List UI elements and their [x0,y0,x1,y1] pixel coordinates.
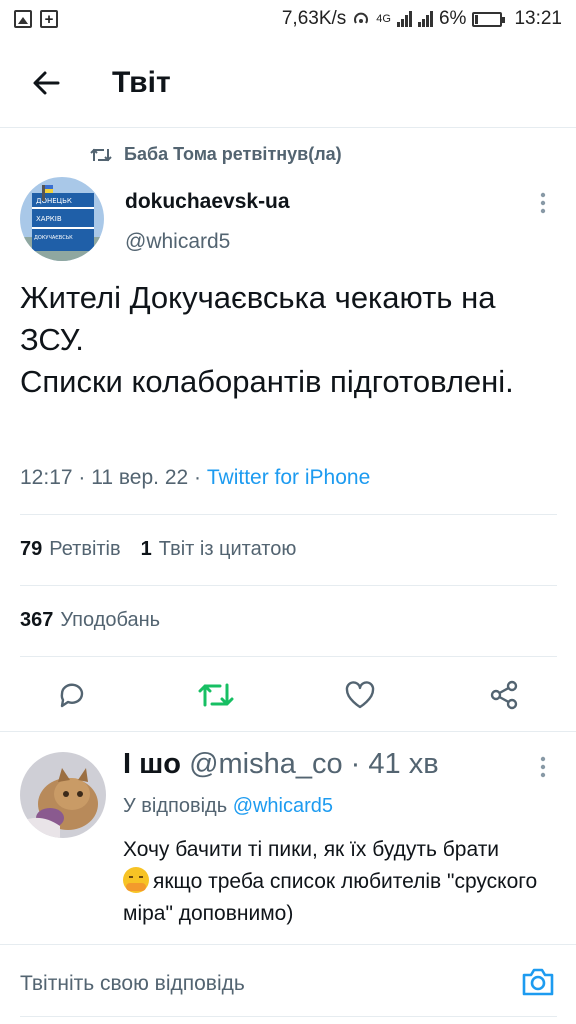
likes-count: 367 [20,609,54,631]
replying-to-label: У відповідь [123,795,228,817]
retweet-icon [198,683,234,707]
likes-stat[interactable]: 367 Уподобань [20,609,160,632]
quotes-stat[interactable]: 1 Твіт із цитатою [141,538,297,561]
top-app-bar: Твіт [0,38,576,128]
author-avatar[interactable]: ДОНЕЦЬК ХАРКІВ ДОКУЧАЄВСЬК [20,177,104,261]
battery-icon [472,11,506,27]
retweet-context-label: Баба Тома ретвітнув(ла) [124,144,342,164]
likes-label: Уподобань [60,609,161,631]
camera-button[interactable] [518,962,558,1002]
reply-text-line-1: Хочу бачити ті пики, як їх будуть брати [123,838,500,861]
hotspot-icon [354,12,369,24]
meta-separator-1: · [72,466,92,489]
network-speed: 7,63K/s [281,8,347,29]
retweets-label: Ретвітів [49,538,121,560]
signal-icon-1 [396,11,412,27]
retweet-small-icon [90,148,112,161]
more-vertical-icon [540,192,546,214]
share-icon [490,680,518,710]
avatar-sign-line-1: ДОНЕЦЬК [36,197,72,205]
gallery-notification-icon [14,10,32,28]
avatar-sign-line-3: ДОКУЧАЄВСЬК [34,235,73,241]
tweet-stats-row-2: 367 Уподобань [20,609,160,632]
meta-separator-2: · [188,466,207,489]
like-button[interactable] [330,665,390,725]
reply-button[interactable] [42,665,102,725]
reply-more-button[interactable] [528,752,558,782]
hugging-face-emoji-icon [123,867,149,893]
tweet-date: 11 вер. 22 [91,466,189,489]
battery-percent: 6% [438,8,467,29]
tweet-source-link[interactable]: Twitter for iPhone [207,466,370,489]
retweets-count: 79 [20,538,43,560]
divider [20,656,557,657]
retweet-context[interactable]: Баба Тома ретвітнув(ла) [90,144,342,165]
network-type: 4G [376,13,391,25]
reply-author-avatar[interactable] [20,752,106,838]
reply-header: І шо @misha_co · 41 хв [123,748,439,781]
reply-author-handle[interactable]: @misha_co [189,748,343,780]
reply-compose-input[interactable]: Твітніть свою відповідь [20,956,500,1012]
quotes-label: Твіт із цитатою [158,538,297,560]
tweet-stats-row-1: 79 Ретвітів 1 Твіт із цитатою [20,538,296,561]
divider [0,944,576,945]
more-vertical-icon [540,756,546,778]
cat-avatar-image [20,752,106,838]
page-title: Твіт [112,65,171,99]
add-notification-icon: + [40,10,58,28]
replying-to: У відповідь @whicard5 [123,795,333,818]
retweet-button[interactable] [186,665,246,725]
back-button[interactable] [20,57,72,109]
heart-icon [345,681,375,709]
tweet-meta: 12:17 · 11 вер. 22 · Twitter for iPhone [20,466,370,490]
divider [0,731,576,732]
divider [20,585,557,586]
author-handle[interactable]: @whicard5 [125,230,230,254]
reply-icon [60,683,84,708]
reply-text: Хочу бачити ті пики, як їх будуть брати … [123,834,563,930]
camera-icon [522,968,554,996]
share-button[interactable] [474,665,534,725]
author-name[interactable]: dokuchaevsk-ua [125,190,290,214]
retweets-stat[interactable]: 79 Ретвітів [20,538,121,561]
replying-to-mention[interactable]: @whicard5 [233,795,333,817]
divider [20,514,557,515]
tweet-text: Жителі Докучаєвська чекають на ЗСУ. Спис… [20,280,514,399]
status-bar: + 7,63K/s 4G 6% 13:21 [0,0,576,38]
arrow-left-icon [33,71,60,94]
reply-separator: · [342,748,369,780]
compose-underline [20,1016,557,1017]
reply-text-line-2: якщо треба список любителів "сруского мі… [123,870,538,925]
avatar-sign-line-2: ХАРКІВ [36,215,62,223]
reply-time: 41 хв [368,748,439,780]
road-sign-avatar-image: ДОНЕЦЬК ХАРКІВ ДОКУЧАЄВСЬК [20,177,104,261]
quotes-count: 1 [140,538,152,560]
tweet-time: 12:17 [20,466,73,489]
tweet-more-button[interactable] [528,188,558,218]
signal-icon-2 [417,11,433,27]
clock: 13:21 [514,8,562,29]
tweet-actions-bar [0,665,576,725]
reply-author-name[interactable]: І шо [123,748,181,780]
